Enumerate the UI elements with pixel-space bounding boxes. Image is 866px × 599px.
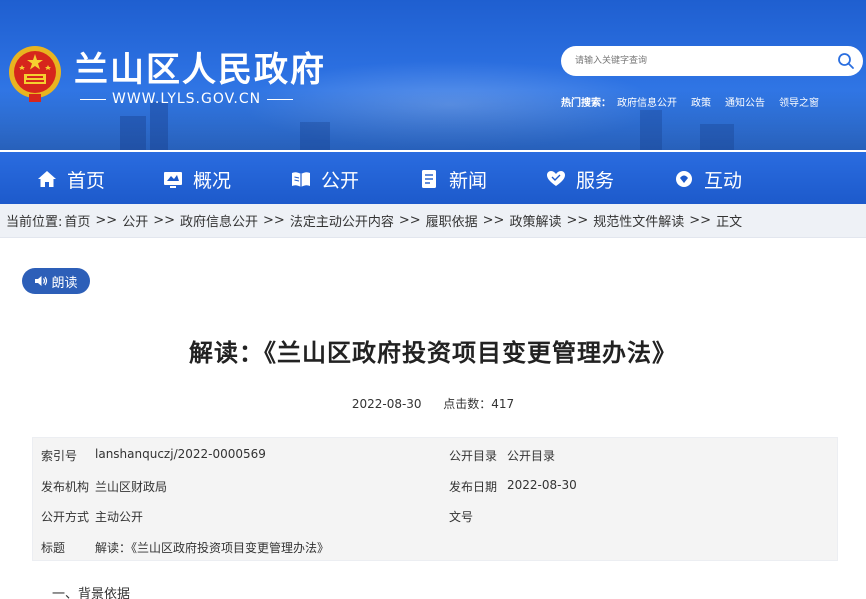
read-aloud-label: 朗读 <box>51 275 78 291</box>
info-value: 主动公开 <box>95 510 144 524</box>
header-banner: 兰山区人民政府 WWW.LYLS.GOV.CN 热门搜索： 政府信息公开 政策 … <box>0 0 866 150</box>
breadcrumb-separator: >> <box>566 213 589 228</box>
breadcrumb-item[interactable]: 法定主动公开内容 <box>290 211 394 230</box>
info-table: 索引号 lanshanquczj/2022-0000569 公开目录 公开目录 … <box>32 437 838 561</box>
url-dash-right <box>267 98 294 100</box>
read-aloud-button[interactable]: 朗读 <box>22 268 90 294</box>
nav-item-label: 公开 <box>321 169 360 192</box>
main-nav: 首页 概况 公开 新闻 服务 互动 <box>0 150 866 204</box>
info-label: 索引号 <box>41 449 78 463</box>
info-value: 兰山区财政局 <box>95 480 168 494</box>
article-meta: 2022-08-30 点击数：417 <box>0 395 866 412</box>
info-label: 发布日期 <box>449 480 498 494</box>
banner-building <box>120 116 146 150</box>
search-box <box>561 46 863 76</box>
document-icon <box>422 170 436 188</box>
info-label: 标题 <box>41 541 66 555</box>
nav-item-open[interactable]: 公开 <box>290 167 360 192</box>
breadcrumb-item[interactable]: 政策解读 <box>509 211 561 230</box>
nav-item-interact[interactable]: 互动 <box>673 167 743 192</box>
info-value: 解读：《兰山区政府投资项目变更管理办法》 <box>95 541 330 555</box>
breadcrumb-prefix: 当前位置: <box>6 215 63 230</box>
hot-search-link[interactable]: 政策 <box>691 94 711 109</box>
heart-hand-icon <box>547 171 565 186</box>
info-row: 索引号 lanshanquczj/2022-0000569 公开目录 公开目录 <box>33 442 839 466</box>
breadcrumb-separator: >> <box>153 213 176 228</box>
chat-icon <box>676 171 692 187</box>
hot-search: 热门搜索： 政府信息公开 政策 通知公告 领导之窗 <box>561 94 833 109</box>
national-emblem-icon <box>9 46 61 102</box>
nav-item-label: 新闻 <box>449 169 488 192</box>
info-value: lanshanquczj/2022-0000569 <box>95 447 266 461</box>
breadcrumb-separator: >> <box>398 213 421 228</box>
breadcrumb-current: 正文 <box>716 215 743 230</box>
site-url: WWW.LYLS.GOV.CN <box>74 91 299 107</box>
nav-item-label: 互动 <box>704 169 743 192</box>
article-title: 解读：《兰山区政府投资项目变更管理办法》 <box>189 339 677 367</box>
banner-building <box>300 122 330 150</box>
hot-search-label: 热门搜索： <box>561 98 611 109</box>
info-label: 公开方式 <box>41 510 90 524</box>
breadcrumb-separator: >> <box>263 213 285 228</box>
views-label: 点击数： <box>443 397 492 411</box>
publish-date: 2022-08-30 <box>351 397 422 411</box>
hot-search-link[interactable]: 领导之窗 <box>779 94 819 109</box>
banner-building <box>150 102 168 150</box>
breadcrumb-separator: >> <box>482 213 505 228</box>
nav-item-label: 服务 <box>576 169 615 192</box>
info-label: 发布机构 <box>41 480 90 494</box>
breadcrumb-separator: >> <box>689 213 712 228</box>
hot-search-link[interactable]: 政府信息公开 <box>617 94 677 109</box>
nav-item-label: 概况 <box>193 169 232 192</box>
banner-building <box>700 124 734 150</box>
site-title[interactable]: 兰山区人民政府 <box>74 42 326 91</box>
banner-building <box>640 110 662 150</box>
book-icon <box>292 172 310 187</box>
speaker-icon <box>35 276 48 286</box>
info-row: 发布机构 兰山区财政局 发布日期 2022-08-30 <box>33 473 839 497</box>
nav-item-home[interactable]: 首页 <box>36 167 106 192</box>
breadcrumb: 当前位置: 首页 >> 公开 >> 政府信息公开 >> 法定主动公开内容 >> … <box>0 204 866 238</box>
breadcrumb-item[interactable]: 规范性文件解读 <box>593 211 684 230</box>
nav-item-overview[interactable]: 概况 <box>162 167 232 192</box>
overview-icon <box>164 172 182 188</box>
breadcrumb-item[interactable]: 首页 <box>64 211 90 230</box>
nav-item-news[interactable]: 新闻 <box>418 167 488 192</box>
views-count: 417 <box>491 397 515 411</box>
info-value: 公开目录 <box>507 449 556 463</box>
search-icon[interactable] <box>837 52 855 70</box>
url-dash-left <box>80 98 106 100</box>
info-label: 文号 <box>449 510 474 524</box>
info-label: 公开目录 <box>449 449 498 463</box>
info-row: 公开方式 主动公开 文号 <box>33 503 839 527</box>
breadcrumb-separator: >> <box>95 213 118 228</box>
section-heading: 一、背景依据 <box>52 587 131 599</box>
info-value: 2022-08-30 <box>507 478 577 492</box>
search-input[interactable] <box>575 52 825 70</box>
info-row: 标题 解读：《兰山区政府投资项目变更管理办法》 <box>33 534 839 558</box>
nav-item-label: 首页 <box>67 169 106 192</box>
breadcrumb-item[interactable]: 公开 <box>122 211 148 230</box>
site-url-text: WWW.LYLS.GOV.CN <box>112 91 262 107</box>
breadcrumb-item[interactable]: 履职依据 <box>426 211 478 230</box>
home-icon <box>38 171 56 187</box>
nav-item-service[interactable]: 服务 <box>545 167 615 192</box>
hot-search-link[interactable]: 通知公告 <box>725 94 765 109</box>
breadcrumb-item[interactable]: 政府信息公开 <box>180 211 258 230</box>
